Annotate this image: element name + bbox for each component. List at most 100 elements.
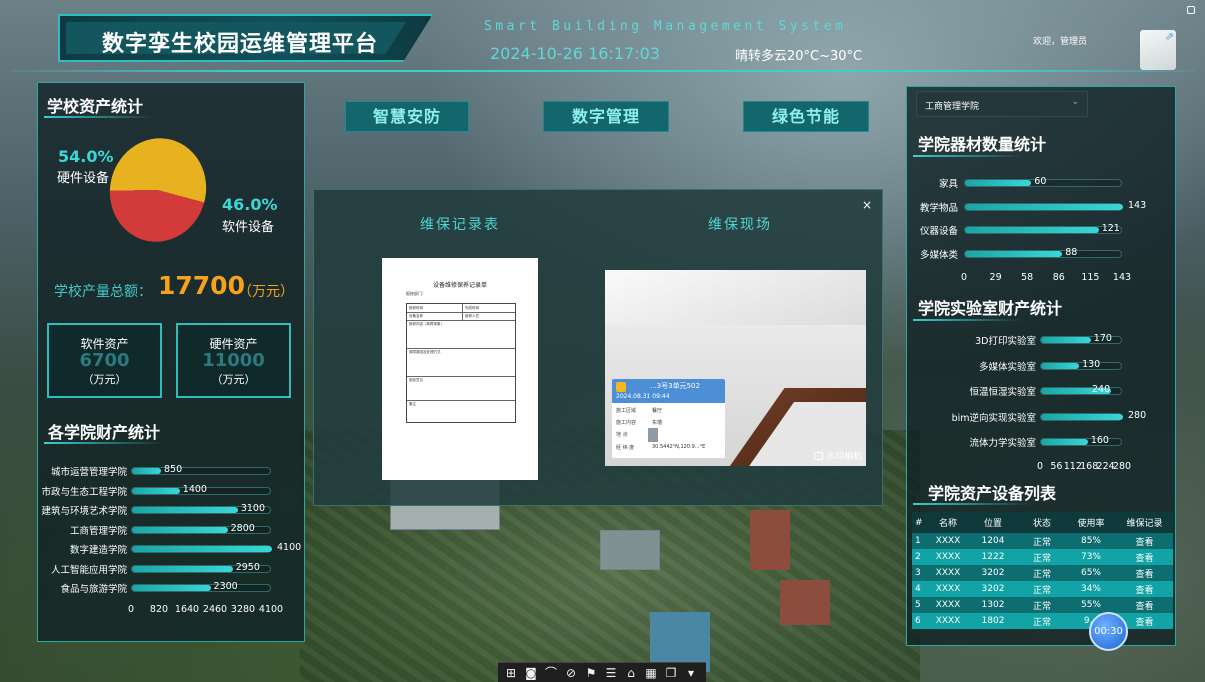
window-icon[interactable]: ⊞ [502,665,520,681]
bar-label: 市政与生态工程学院 [41,486,127,498]
stamp-title: ...3号3单元502 [650,382,700,390]
equipment-count-title: 学院器材数量统计 [918,135,1047,154]
bar-row: 食品与旅游学院 2300 [37,581,305,595]
table-cell: XXXX [928,581,968,597]
doc-cell: 验收意见 [409,378,423,382]
bar-label: 工商管理学院 [69,525,127,537]
stamp-date: 2024.08.31 09:44 [616,393,670,400]
scene-building [600,530,660,570]
bar-row: 建筑与环境艺术学院 3100 [37,503,305,517]
clock-icon[interactable]: ⊘ [562,665,580,681]
bar-value-label: 2300 [213,581,238,592]
copy-icon[interactable]: ❐ [662,665,680,681]
total-value: 17700 [158,271,245,300]
bar [132,546,272,552]
table-row: 2 XXXX 1222 正常 73% 查看 [912,549,1173,565]
bar-value-label: 130 [1082,358,1101,370]
redacted-block [648,428,658,442]
section-underline [913,503,1033,505]
table-cell: 1802 [968,613,1018,629]
axis-tick-label: 280 [1112,461,1132,472]
stamp-row: 地 点 [616,432,628,438]
dropdown-icon[interactable]: ▾ [682,665,700,681]
axis-tick-label: 0 [1036,461,1044,472]
stamp-row: 施工内容 东墙 [616,420,663,426]
exit-screen-icon[interactable] [1140,30,1176,70]
bottom-toolbar: ⊞ ◙ ⌒ ⊘ ⚑ ☰ ⌂ ▦ ❐ ▾ [498,662,706,682]
table-cell: 1302 [968,597,1018,613]
table-cell: 4 [912,581,928,597]
axis-tick-label: 1640 [174,604,200,615]
view-record-link[interactable]: 查看 [1116,549,1173,565]
maintenance-record-document[interactable]: 设备维修保养记录单 报修部门： 报修时间 完成时间 设备名称 维修人员 报修内容… [382,258,538,480]
bar-track [1040,438,1122,446]
table-cell: 73% [1066,549,1116,565]
close-icon[interactable]: × [862,198,872,212]
view-record-link[interactable]: 查看 [1116,597,1173,613]
bar-value-label: 121 [1101,223,1120,234]
software-asset-card: 软件资产 6700 （万元） [47,323,162,398]
table-cell: 5 [912,597,928,613]
table-cell: XXXX [928,597,968,613]
axis-tick-label: 58 [1021,272,1034,283]
bar-label: 城市运营管理学院 [50,467,127,478]
doc-title: 设备维修保养记录单 [432,282,487,289]
bar [1041,337,1091,343]
stamp-row: 经 纬 度 30.5442°N,120.9...°E [616,444,706,451]
header-divider [10,70,1195,72]
table-header: 状态 [1018,512,1066,533]
grid-icon[interactable]: ▦ [642,665,660,681]
bar-value-label: 240 [1092,384,1111,395]
bar-value-label: 3100 [240,503,266,514]
bar [132,526,228,533]
axis-tick-label: 3280 [230,604,256,615]
card-value: 6700 [79,350,130,371]
green-energy-button[interactable]: 绿色节能 [743,101,869,132]
bar-label: 家具 [938,179,958,190]
college-assets-title: 各学院财产统计 [48,423,161,442]
bar-value-label: 170 [1093,333,1112,344]
bar-value-label: 850 [164,464,183,475]
bar-row: 家具 60 [906,176,1176,190]
maintenance-site-photo[interactable]: ...3号3单元502 2024.08.31 09:44 施工区域 餐厅 施工内容… [605,270,866,466]
view-record-link[interactable]: 查看 [1116,581,1173,597]
table-cell: 55% [1066,597,1116,613]
bar-track [131,545,272,553]
smart-security-button[interactable]: 智慧安防 [345,101,469,132]
bar-label: 3D打印实验室 [975,336,1036,347]
college-select[interactable]: 工商管理学院 ⌄ [916,91,1088,117]
table-cell: 1222 [968,549,1018,565]
doc-cell: 设备名称 [409,314,423,318]
table-header: 位置 [968,512,1018,533]
table-cell: XXXX [928,533,968,549]
table-cell: 正常 [1018,549,1066,565]
welcome-text: 欢迎，管理员 [1033,37,1088,47]
window-icon[interactable] [1187,6,1195,14]
bar-row: 教学物品 143 [906,200,1176,214]
software-pct: 46.0% [222,195,278,214]
chevron-down-icon: ⌄ [1071,97,1079,107]
table-cell: 正常 [1018,597,1066,613]
screenshot-icon[interactable]: ◙ [522,665,540,681]
bar-label: 食品与旅游学院 [60,584,127,595]
asset-table: # 名称 位置 状态 使用率 维保记录 1 XXXX 1204 正常 85% 查看 2 XXX… [912,512,1173,629]
digital-management-button[interactable]: 数字管理 [543,101,669,132]
flag-icon[interactable]: ⚑ [582,665,600,681]
measure-icon[interactable]: ⌒ [542,665,560,681]
bar-label: 数字建造学院 [69,545,127,556]
table-cell: 1204 [968,533,1018,549]
terrain-icon[interactable]: ⌂ [622,665,640,681]
bar-row: bim逆向实现实验室 280 [906,410,1176,424]
table-cell: 3202 [968,565,1018,581]
bar-label: 教学物品 [919,202,958,214]
bar-track [964,249,1122,258]
layers-icon[interactable]: ☰ [602,665,620,681]
section-underline [913,155,1023,157]
countdown-timer[interactable]: 00:30 [1089,612,1128,651]
view-record-link[interactable]: 查看 [1116,533,1173,549]
bar-row: 仪器设备 121 [906,223,1176,237]
bar-value-label: 4100 [277,542,302,553]
bar-value-label: 280 [1128,409,1147,421]
bar-value-label: 143 [1128,199,1147,211]
view-record-link[interactable]: 查看 [1116,565,1173,581]
